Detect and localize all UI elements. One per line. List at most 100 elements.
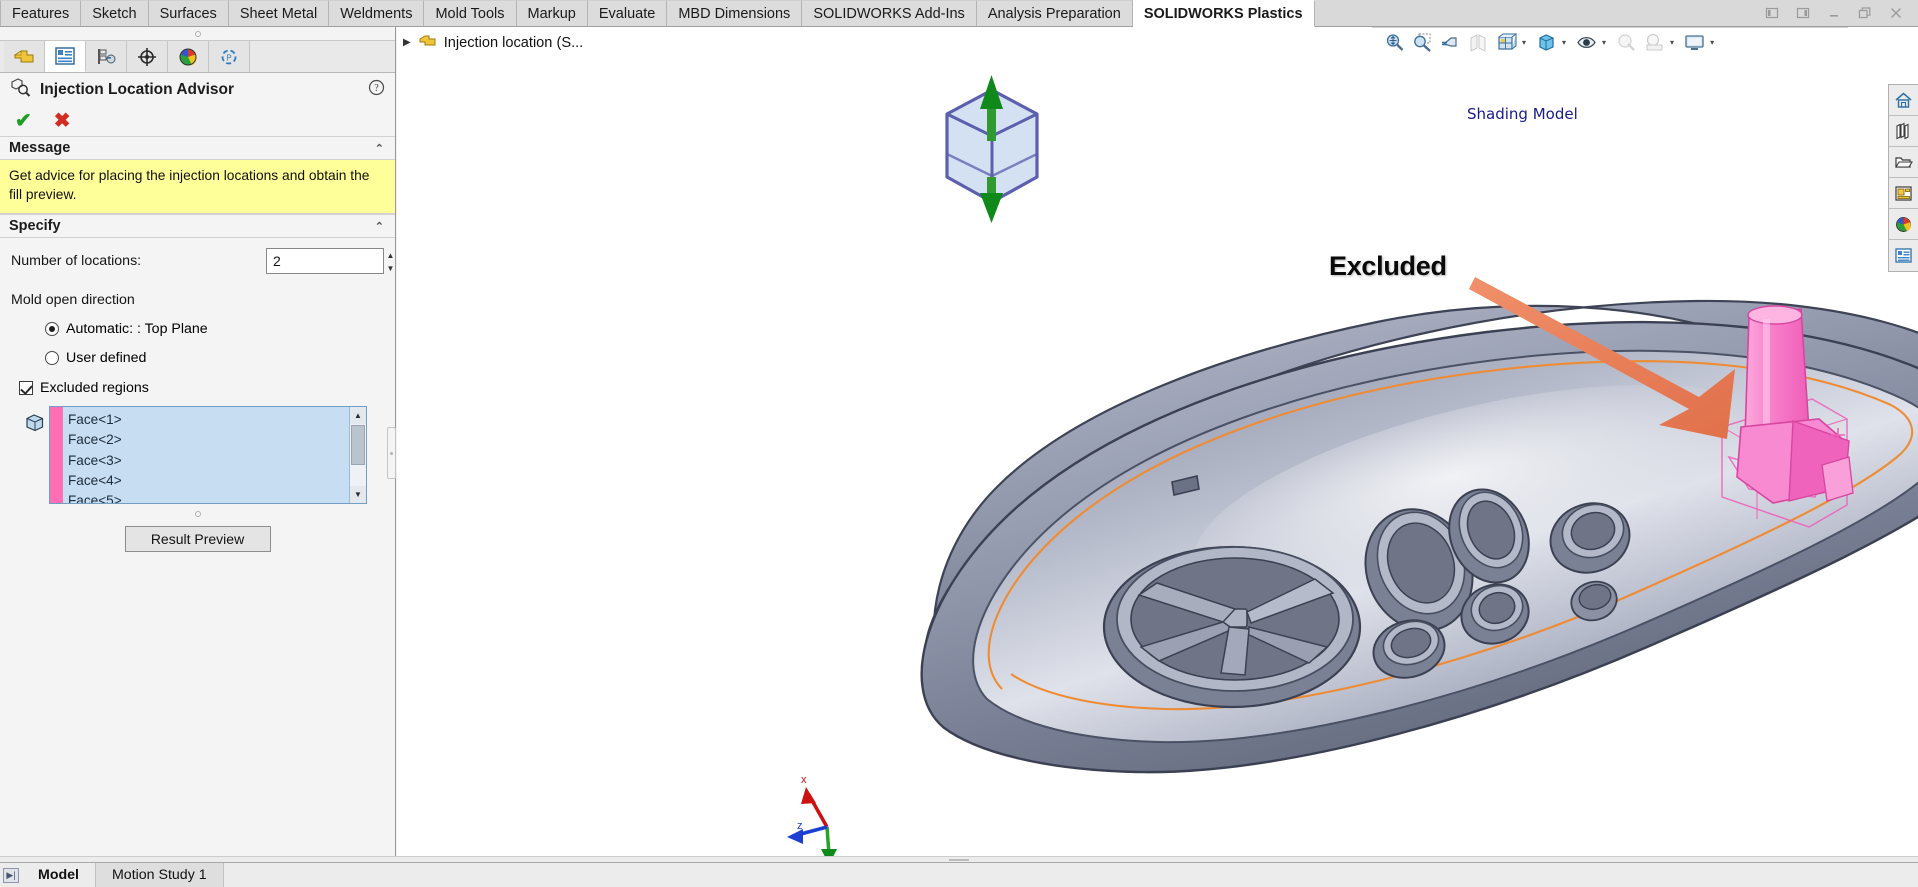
faces-scrollbar[interactable]: ▲ ▼ (349, 407, 366, 504)
tab-sketch[interactable]: Sketch (81, 0, 149, 26)
page-title: Injection Location Advisor (40, 80, 235, 98)
scroll-up-icon[interactable]: ▲ (350, 407, 366, 425)
list-resize-grip[interactable] (11, 511, 384, 518)
solidworks-window: Features Sketch Surfaces Sheet Metal Wel… (0, 0, 1918, 887)
restore-window-icon[interactable] (1857, 5, 1873, 21)
accept-button[interactable]: ✔ (15, 111, 32, 131)
splitter-dot-icon (390, 451, 393, 455)
tab-evaluate[interactable]: Evaluate (587, 0, 668, 26)
stepper-up-icon[interactable]: ▲ (384, 249, 397, 262)
insole-shell-model[interactable] (920, 299, 1918, 774)
tab-scroll-control[interactable]: ▶| (0, 863, 22, 887)
num-locations-row: Number of locations: 2 ▲ ▼ (11, 248, 394, 275)
tab-features[interactable]: Features (0, 0, 82, 26)
tab-solidworks-add-ins[interactable]: SOLIDWORKS Add-Ins (802, 0, 977, 26)
panel-vertical-splitter[interactable] (387, 427, 396, 479)
radio-user-defined[interactable]: User defined (11, 350, 384, 366)
splitter-handle-icon (949, 858, 969, 861)
num-locations-label: Number of locations: (11, 253, 142, 270)
list-item[interactable]: Face<3> (68, 451, 349, 471)
panel-confirm-bar: ✔ ✖ (0, 106, 395, 136)
list-item[interactable]: Face<4> (68, 471, 349, 491)
excluded-faces-row: Face<1> Face<2> Face<3> Face<4> Face<5> … (11, 406, 384, 505)
chevron-up-icon[interactable]: ⌃ (375, 142, 384, 155)
excluded-faces-listbox[interactable]: Face<1> Face<2> Face<3> Face<4> Face<5> … (49, 406, 367, 505)
radio-user-defined-label: User defined (66, 350, 147, 367)
resize-grip-icon (194, 511, 201, 518)
chevron-up-icon[interactable]: ⌃ (375, 220, 384, 233)
list-panel-icon[interactable] (1889, 240, 1918, 271)
home-icon[interactable] (1889, 85, 1918, 116)
list-item[interactable]: Face<2> (68, 430, 349, 450)
checkbox-icon[interactable] (19, 381, 33, 396)
library-icon[interactable] (1889, 116, 1918, 147)
tab-scroll-icon[interactable]: ▶| (3, 867, 19, 883)
open-folder-icon[interactable] (1889, 147, 1918, 178)
mold-open-direction-label: Mold open direction (11, 292, 135, 309)
close-icon[interactable] (1888, 5, 1904, 21)
tabbar-spacer (1314, 0, 1756, 26)
num-locations-input[interactable]: 2 ▲ ▼ (266, 248, 394, 275)
configuration-manager-tab[interactable] (86, 41, 127, 72)
plastics-manager-tab[interactable]: P (209, 41, 250, 72)
result-preview-button[interactable]: Result Preview (124, 526, 271, 553)
excluded-annotation: Excluded (1329, 251, 1447, 281)
restore-left-icon[interactable] (1764, 5, 1780, 21)
origin-triad: x y z (787, 774, 844, 862)
radio-button-icon[interactable] (45, 322, 59, 337)
tab-motion-study-1[interactable]: Motion Study 1 (94, 863, 224, 887)
radio-automatic-top-plane[interactable]: Automatic: : Top Plane (11, 321, 384, 337)
tab-mold-tools[interactable]: Mold Tools (424, 0, 517, 26)
stepper-down-icon[interactable]: ▼ (384, 262, 397, 275)
restore-right-icon[interactable] (1795, 5, 1811, 21)
section-header-specify[interactable]: Specify ⌃ (0, 214, 395, 239)
svg-text:?: ? (374, 83, 379, 94)
task-pane-toolbar (1888, 84, 1918, 272)
dimxpert-manager-tab[interactable] (127, 41, 168, 72)
triad-z-label: z (797, 820, 803, 832)
triad-x-label: x (801, 774, 807, 786)
radio-button-icon[interactable] (45, 351, 59, 366)
mold-open-direction-widget[interactable] (945, 75, 1039, 223)
panel-top-splitter[interactable] (0, 27, 395, 41)
tab-solidworks-plastics[interactable]: SOLIDWORKS Plastics (1132, 0, 1315, 27)
property-manager-tab[interactable] (45, 41, 86, 72)
list-item[interactable]: Face<1> (68, 410, 349, 430)
section-header-message[interactable]: Message ⌃ (0, 136, 395, 160)
layout-icon[interactable] (1889, 178, 1918, 209)
help-icon[interactable]: ? (368, 79, 385, 101)
display-manager-tab[interactable] (168, 41, 209, 72)
minimize-icon[interactable] (1826, 5, 1842, 21)
scroll-down-icon[interactable]: ▼ (350, 486, 366, 504)
tab-analysis-preparation[interactable]: Analysis Preparation (976, 0, 1133, 26)
property-manager-panel: P Injection Location Advisor ? ✔ ✖ Messa (0, 27, 396, 862)
manager-tab-strip: P (0, 41, 395, 73)
tab-weldments[interactable]: Weldments (329, 0, 425, 26)
checkbox-excluded-regions[interactable]: Excluded regions (11, 380, 384, 396)
svg-text:P: P (226, 53, 231, 62)
list-item[interactable]: Face<5> (68, 491, 349, 503)
excluded-regions-label: Excluded regions (40, 380, 149, 397)
feature-manager-tab[interactable] (4, 41, 45, 72)
message-text: Get advice for placing the injection loc… (0, 160, 395, 215)
num-locations-stepper[interactable]: ▲ ▼ (384, 249, 397, 275)
globe-icon[interactable] (1889, 209, 1918, 240)
graphics-area[interactable]: ▶ Injection location (S... ▾ ▾ ▾ ▾ ▾ Sha… (397, 27, 1918, 862)
specify-section-label: Specify (9, 218, 61, 235)
face-color-swatch (50, 407, 63, 504)
tab-model[interactable]: Model (22, 863, 95, 887)
model-viewport[interactable]: x y z (397, 27, 1918, 862)
tab-sheet-metal[interactable]: Sheet Metal (228, 0, 330, 26)
cancel-button[interactable]: ✖ (54, 111, 71, 131)
face-selection-cube-icon (21, 406, 49, 434)
tab-mbd-dimensions[interactable]: MBD Dimensions (667, 0, 803, 26)
scrollbar-thumb[interactable] (351, 425, 365, 466)
scrollbar-track[interactable] (350, 466, 366, 486)
tab-surfaces[interactable]: Surfaces (148, 0, 229, 26)
command-manager-tabbar: Features Sketch Surfaces Sheet Metal Wel… (0, 0, 1918, 27)
panel-header: Injection Location Advisor ? (0, 73, 395, 106)
tab-markup[interactable]: Markup (516, 0, 588, 26)
window-controls (1756, 0, 1918, 26)
specify-body: Number of locations: 2 ▲ ▼ Mold open dir… (0, 238, 395, 553)
result-preview-row: Result Preview (11, 526, 384, 553)
